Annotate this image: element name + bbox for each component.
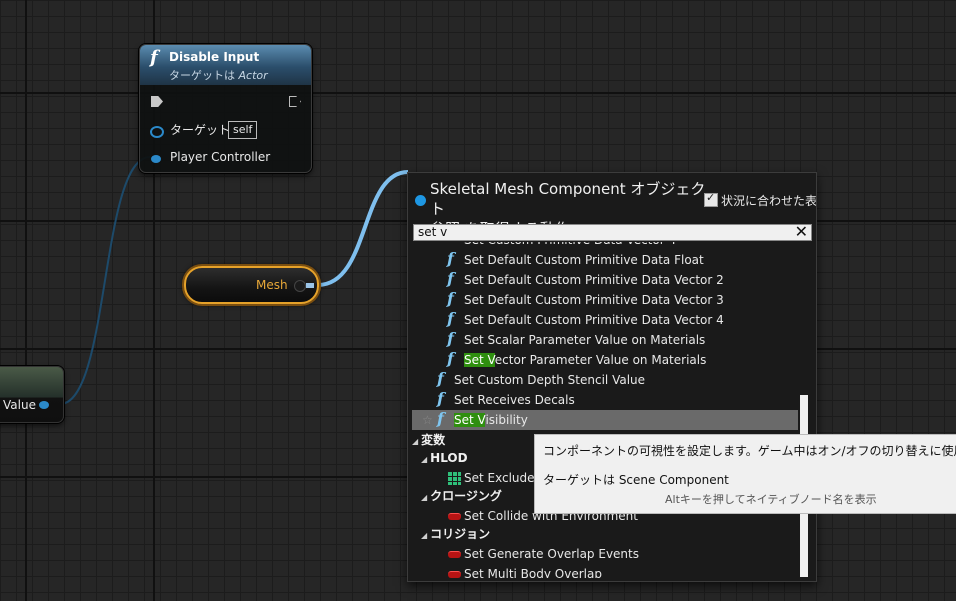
search-input-value[interactable]: set v xyxy=(418,225,447,240)
list-item-selected[interactable]: ☆ f Set Visibility xyxy=(412,409,798,430)
target-pin-label: ターゲット xyxy=(170,123,231,137)
value-node[interactable]: Value xyxy=(0,366,64,423)
list-item[interactable]: f Set Scalar Parameter Value on Material… xyxy=(412,329,798,350)
function-icon: f xyxy=(447,249,454,268)
mesh-output-pin[interactable] xyxy=(294,280,306,292)
search-match-highlight: Set V xyxy=(454,413,486,427)
list-item[interactable]: f Set Default Custom Primitive Data Vect… xyxy=(412,289,798,310)
node-header: f Disable Input ターゲットは Actor xyxy=(140,45,311,85)
grid-variable-icon xyxy=(447,471,461,485)
category-variables[interactable]: ◢ 変数 xyxy=(412,431,445,449)
node-subtitle: ターゲットは Actor xyxy=(169,69,268,82)
list-item[interactable]: f Set Receives Decals xyxy=(412,389,798,410)
exec-output-pin[interactable] xyxy=(289,96,301,107)
tooltip-hint: Altキーを押してネイティブノード名を表示 xyxy=(665,493,877,506)
mesh-variable-node[interactable]: Mesh xyxy=(184,266,319,304)
value-pin-label: Value xyxy=(3,398,36,412)
node-title: Disable Input xyxy=(169,50,260,64)
function-icon: f xyxy=(150,47,158,68)
mesh-label: Mesh xyxy=(256,278,288,292)
player-controller-pin-label: Player Controller xyxy=(170,150,271,164)
list-item[interactable]: f Set Default Custom Primitive Data Floa… xyxy=(412,249,798,270)
list-item[interactable]: Set Custom Primitive Data Vector 4 xyxy=(412,242,798,250)
context-sensitive-label: 状況に合わせた表 xyxy=(721,193,817,208)
context-sensitive-checkbox[interactable] xyxy=(704,191,718,207)
object-reference-icon xyxy=(415,195,426,206)
wire-mesh-to-menu xyxy=(317,170,409,287)
bool-variable-icon xyxy=(448,571,461,578)
list-item[interactable]: Set Multi Body Overlap xyxy=(412,564,798,578)
category-hlod[interactable]: ◢ HLOD xyxy=(421,449,468,467)
bool-variable-icon xyxy=(448,551,461,558)
target-default-value: self xyxy=(228,121,258,139)
category-collision[interactable]: ◢ コリジョン xyxy=(421,525,490,543)
collapse-triangle-icon[interactable]: ◢ xyxy=(421,455,427,464)
bool-variable-icon xyxy=(448,513,461,520)
list-item[interactable]: f Set Default Custom Primitive Data Vect… xyxy=(412,309,798,330)
action-menu[interactable]: Skeletal Mesh Component オブジェクト 参照 を取得する動… xyxy=(407,172,817,582)
wire-value-to-player-controller xyxy=(59,156,151,405)
function-icon: f xyxy=(447,309,454,328)
function-icon: f xyxy=(447,269,454,288)
function-icon: f xyxy=(437,369,444,388)
function-icon: f xyxy=(437,389,444,408)
mesh-pin-connector xyxy=(306,283,314,288)
collapse-triangle-icon[interactable]: ◢ xyxy=(412,437,418,446)
category-clothing[interactable]: ◢ クロージング xyxy=(421,487,502,505)
value-output-pin[interactable] xyxy=(39,401,49,409)
target-pin[interactable] xyxy=(150,126,164,138)
collapse-triangle-icon[interactable]: ◢ xyxy=(421,493,427,502)
clear-search-icon[interactable]: ✕ xyxy=(795,222,808,241)
list-item[interactable]: f Set Vector Parameter Value on Material… xyxy=(412,349,798,370)
search-match-highlight: Set V xyxy=(464,353,495,367)
tooltip-target: ターゲットは Scene Component xyxy=(543,473,729,487)
list-item[interactable]: f Set Default Custom Primitive Data Vect… xyxy=(412,269,798,290)
function-icon: f xyxy=(447,329,454,348)
action-list[interactable]: Set Custom Primitive Data Vector 4 f Set… xyxy=(412,242,798,578)
function-icon: f xyxy=(447,289,454,308)
list-item[interactable]: Set Generate Overlap Events xyxy=(412,544,798,564)
favorite-star-icon[interactable]: ☆ xyxy=(422,410,433,430)
disable-input-node[interactable]: f Disable Input ターゲットは Actor ターゲット self … xyxy=(139,44,312,173)
function-icon: f xyxy=(447,349,454,368)
list-item[interactable]: f Set Custom Depth Stencil Value xyxy=(412,369,798,390)
tooltip-description: コンポーネントの可視性を設定します。ゲーム中はオン/オフの切り替えに使用します xyxy=(543,444,956,458)
context-sensitive-toggle[interactable]: 状況に合わせた表 xyxy=(704,191,817,209)
search-field[interactable]: set v ✕ xyxy=(413,222,812,241)
exec-input-pin[interactable] xyxy=(151,96,163,107)
tooltip: コンポーネントの可視性を設定します。ゲーム中はオン/オフの切り替えに使用します … xyxy=(534,434,956,514)
collapse-triangle-icon[interactable]: ◢ xyxy=(421,531,427,540)
player-controller-pin[interactable] xyxy=(151,155,161,163)
function-icon: f xyxy=(437,409,444,428)
